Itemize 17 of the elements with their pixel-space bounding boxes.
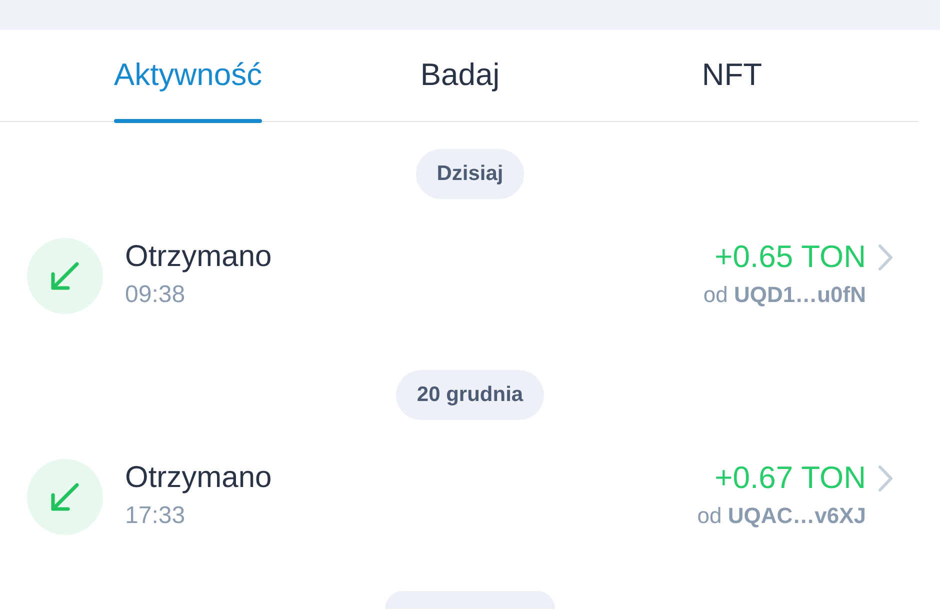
arrow-down-left-icon	[27, 238, 103, 314]
transaction-amount: +0.67 TON	[714, 460, 866, 496]
chevron-right-icon	[878, 464, 893, 492]
date-label: Dzisiaj	[416, 149, 524, 199]
tab[interactable]: NFT	[702, 30, 762, 123]
sender-address: od UQAC…v6XJ	[697, 502, 866, 530]
date-label: 20 grudnia	[396, 370, 544, 420]
tab[interactable]: Badaj	[420, 30, 500, 123]
transaction-time: 09:38	[125, 280, 186, 310]
transaction-amount: +0.65 TON	[714, 239, 866, 275]
arrow-down-left-icon	[27, 459, 103, 535]
transaction-title: Otrzymano	[125, 460, 272, 496]
chevron-right-icon	[878, 244, 893, 270]
transaction-title: Otrzymano	[125, 239, 272, 275]
transaction-time: 17:33	[125, 501, 186, 531]
sender-address: od UQD1…u0fN	[703, 281, 866, 309]
tab[interactable]: Aktywność	[114, 30, 262, 123]
